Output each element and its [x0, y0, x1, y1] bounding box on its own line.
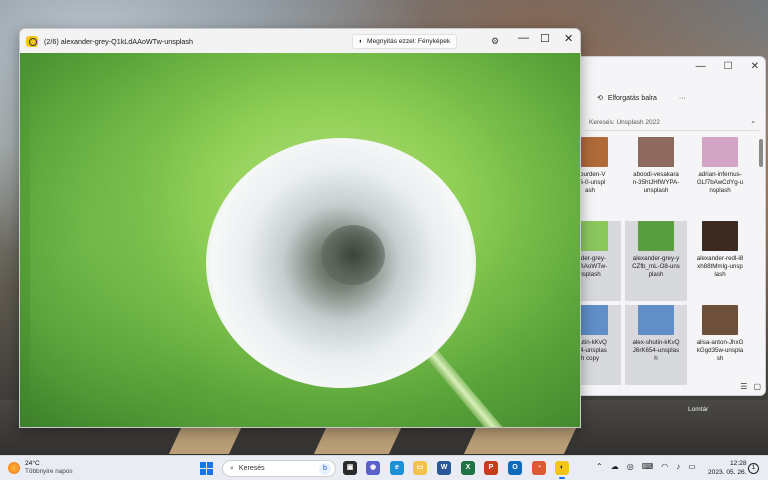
explorer-maximize-button[interactable]: ☐ — [724, 61, 733, 72]
viewer-title: (2/6) alexander-grey-Q1kLdAAoWTw-unsplas… — [44, 36, 194, 46]
file-name: adrian-infernus- GLf7bAwCdYg-u nsplash — [696, 171, 744, 194]
explorer-minimize-button[interactable]: — — [696, 61, 706, 72]
close-button[interactable]: ✕ — [564, 32, 573, 45]
system-tray: ⌃ ☁ ◎ ⌨ ◠ ♪ ▭ — [596, 462, 696, 471]
viewer-titlebar[interactable]: (2/6) alexander-grey-Q1kLdAAoWTw-unsplas… — [20, 29, 580, 53]
file-thumbnail — [702, 221, 738, 251]
excel-icon[interactable]: X — [461, 461, 475, 475]
notification-icon[interactable]: 1 — [748, 463, 759, 474]
sun-icon — [8, 462, 20, 474]
file-thumbnail — [638, 305, 674, 335]
file-thumbnail — [638, 137, 674, 167]
photos-taskbar-icon[interactable]: ◐ — [555, 461, 569, 479]
file-name: alexander-grey-y CZfb_mL-O8-uns plash — [632, 255, 680, 278]
weather-temp: 24°C — [25, 460, 40, 467]
weather-desc: Többnyire napos — [25, 468, 73, 475]
pin-icon[interactable]: ⚙ — [486, 34, 504, 49]
edge-icon[interactable]: e — [390, 461, 404, 475]
file-explorer-icon[interactable]: ▭ — [413, 461, 427, 475]
file-tile[interactable]: adrian-infernus- GLf7bAwCdYg-u nsplash — [689, 137, 751, 217]
road-stripe — [463, 428, 577, 454]
dandelion-photo — [20, 53, 580, 427]
clock-time: 12:28 — [729, 460, 747, 467]
start-button[interactable] — [200, 462, 213, 475]
file-thumbnail — [702, 137, 738, 167]
maximize-button[interactable]: ☐ — [540, 32, 550, 45]
explorer-search-input[interactable]: Keresés: Unsplash 2022 ⌕ — [585, 115, 759, 131]
taskbar-search-label: Keresés — [238, 465, 265, 472]
dandelion-stem — [422, 344, 517, 427]
vpn-icon[interactable]: ◎ — [627, 462, 634, 471]
battery-icon[interactable]: ▭ — [688, 462, 696, 471]
file-name: alisa-anton-JhxG kGgd35w-unspla sh — [696, 339, 744, 362]
file-tile[interactable]: ander-grey- LdAAoWTw- nsplash — [579, 221, 621, 301]
explorer-scrollbar[interactable] — [759, 139, 763, 167]
file-name: n-burden-V 2j6-0-unspl ash — [579, 171, 606, 194]
wifi-icon[interactable]: ◠ — [661, 462, 668, 471]
file-thumbnail — [579, 137, 608, 167]
file-tile[interactable]: n-burden-V 2j6-0-unspl ash — [579, 137, 621, 217]
road-stripe — [313, 428, 402, 454]
file-tile[interactable]: alisa-anton-JhxG kGgd35w-unspla sh — [689, 305, 751, 385]
explorer-toolbar: ⟲ Elforgatás balra ··· — [579, 87, 765, 109]
photo-viewer-window[interactable]: (2/6) alexander-grey-Q1kLdAAoWTw-unsplas… — [19, 28, 581, 428]
file-tile[interactable]: aboodi-vesakara n-35htJHfWYPA- unsplash — [625, 137, 687, 217]
tiles-view-icon[interactable]: ▢ — [753, 382, 761, 391]
taskbar: 24°C Többnyire napos ⌕ Keresés b ▣ ◉ e ▭… — [0, 455, 768, 480]
explorer-close-button[interactable]: ✕ — [751, 61, 759, 72]
clock[interactable]: 12:28 2023. 05. 26. — [708, 459, 747, 477]
file-name: alex-shutin-kKvQ J6rK654-unsplas h — [632, 339, 680, 362]
search-icon: ⌕ — [751, 118, 755, 126]
file-thumbnail — [638, 221, 674, 251]
bing-icon: b — [319, 463, 331, 475]
file-thumbnail — [702, 305, 738, 335]
road-stripe — [168, 428, 242, 454]
clock-date: 2023. 05. 26. — [708, 469, 747, 476]
rotate-left-button[interactable]: ⟲ Elforgatás balra — [597, 94, 657, 103]
search-icon: ⌕ — [230, 464, 234, 472]
file-tile[interactable]: alex-shutin-kKvQ J6rK654-unsplas h — [625, 305, 687, 385]
file-name: ander-grey- LdAAoWTw- nsplash — [579, 255, 608, 278]
open-with-label: Megnyitás ezzel: Fényképek — [366, 38, 451, 45]
powerpoint-icon[interactable]: P — [484, 461, 498, 475]
taskbar-search-input[interactable]: ⌕ Keresés b — [222, 460, 336, 477]
minimize-button[interactable]: — — [518, 32, 529, 44]
search-placeholder: Keresés: Unsplash 2022 — [589, 119, 660, 126]
file-name: aboodi-vesakara n-35htJHfWYPA- unsplash — [632, 171, 680, 194]
file-tile[interactable]: alexander-grey-y CZfb_mL-O8-uns plash — [625, 221, 687, 301]
word-icon[interactable]: W — [437, 461, 451, 475]
file-tile[interactable]: alexander-redl-i8 xh88tMmlg-unsp lash — [689, 221, 751, 301]
file-name: shutin-kKvQ 654-unsplas h copy — [579, 339, 607, 362]
details-view-icon[interactable]: ☰ — [740, 382, 747, 391]
explorer-window-controls: — ☐ ✕ — [696, 61, 759, 72]
weather-widget[interactable]: 24°C Többnyire napos — [8, 460, 73, 476]
dandelion-core — [321, 225, 385, 285]
chevron-up-icon[interactable]: ⌃ — [596, 462, 603, 471]
outlook-icon[interactable]: O — [508, 461, 522, 475]
task-view-icon[interactable]: ▣ — [343, 461, 357, 475]
file-thumbnail — [579, 221, 608, 251]
onedrive-icon[interactable]: ☁ — [611, 462, 619, 471]
rotate-left-icon: ⟲ — [597, 95, 603, 102]
duckduckgo-icon[interactable]: ◔ — [532, 461, 546, 475]
rotate-left-label: Elforgatás balra — [607, 94, 657, 102]
view-toggle: ☰ ▢ — [740, 382, 761, 391]
volume-icon[interactable]: ♪ — [676, 462, 680, 471]
file-explorer-window[interactable]: — ☐ ✕ ⟲ Elforgatás balra ··· Keresés: Un… — [578, 56, 766, 396]
open-with-photos-button[interactable]: ◐ Megnyitás ezzel: Fényképek — [352, 34, 458, 49]
photos-app-icon — [26, 35, 38, 47]
photos-icon: ◐ — [359, 38, 363, 45]
teams-icon[interactable]: ◉ — [366, 461, 380, 475]
more-options-button[interactable]: ··· — [679, 95, 686, 102]
keyboard-icon[interactable]: ⌨ — [642, 462, 654, 471]
recycle-bin-label[interactable]: Lomtár — [688, 406, 708, 413]
file-tile[interactable]: shutin-kKvQ 654-unsplas h copy — [579, 305, 621, 385]
file-thumbnail — [579, 305, 608, 335]
file-name: alexander-redl-i8 xh88tMmlg-unsp lash — [696, 255, 744, 278]
